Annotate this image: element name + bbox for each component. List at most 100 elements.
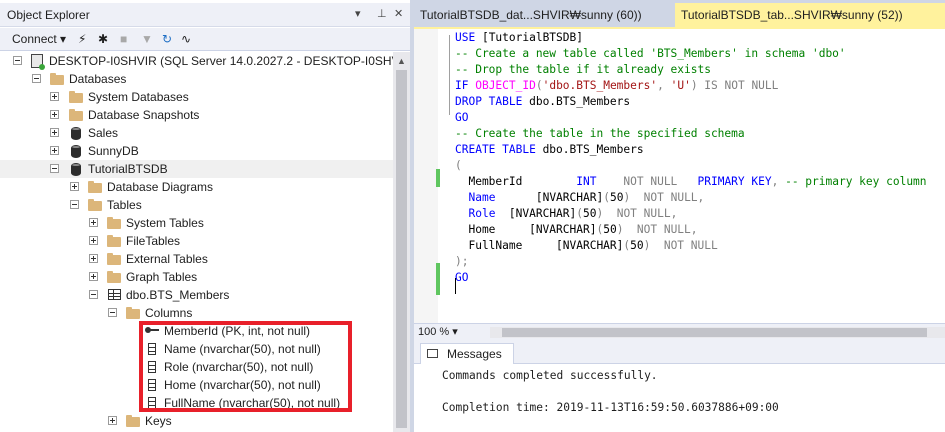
scroll-up-icon[interactable]: ▲ bbox=[397, 56, 406, 66]
tree-node-label: DESKTOP-I0SHVIR (SQL Server 14.0.2027.2 … bbox=[49, 54, 393, 68]
text-caret bbox=[455, 278, 456, 294]
object-explorer-scrollbar[interactable]: ▲ bbox=[393, 52, 410, 432]
outline-line bbox=[449, 35, 450, 115]
tree-node[interactable]: System Databases bbox=[0, 88, 393, 106]
tree-node[interactable]: Database Diagrams bbox=[0, 178, 393, 196]
scrollbar-thumb[interactable] bbox=[502, 328, 927, 337]
zoom-select[interactable]: 100 % ▾ bbox=[418, 325, 458, 338]
collapse-icon[interactable] bbox=[13, 56, 22, 65]
message-line: Completion time: 2019-11-13T16:59:50.603… bbox=[442, 401, 779, 414]
scrollbar-thumb[interactable] bbox=[396, 70, 407, 428]
code-token: ( bbox=[576, 207, 584, 220]
filter-icon[interactable]: ▼ bbox=[141, 32, 153, 46]
tree-node-label: TutorialBTSDB bbox=[88, 162, 168, 176]
code-line: GO bbox=[455, 270, 468, 286]
code-line: -- Create a new table called 'BTS_Member… bbox=[455, 46, 846, 62]
tree-node[interactable]: Databases bbox=[0, 70, 393, 88]
connect-button[interactable]: Connect ▾ bbox=[12, 32, 66, 46]
messages-pane: Commands completed successfully. Complet… bbox=[414, 364, 945, 432]
tree-node-label: Databases bbox=[69, 72, 127, 86]
editor-gutter bbox=[414, 29, 438, 323]
expand-icon[interactable] bbox=[50, 92, 59, 101]
folder-icon bbox=[50, 72, 64, 85]
code-token: [NVARCHAR] bbox=[495, 191, 604, 204]
messages-icon bbox=[427, 349, 438, 358]
tree-node-label: SunnyDB bbox=[88, 144, 139, 158]
collapse-icon[interactable] bbox=[50, 164, 59, 173]
expand-icon[interactable] bbox=[50, 128, 59, 137]
tree-node[interactable]: TutorialBTSDB bbox=[0, 160, 393, 178]
tree-node[interactable]: DESKTOP-I0SHVIR (SQL Server 14.0.2027.2 … bbox=[0, 52, 393, 70]
code-line: ( bbox=[455, 158, 462, 174]
database-icon bbox=[69, 162, 83, 176]
expand-icon[interactable] bbox=[89, 254, 98, 263]
expand-icon[interactable] bbox=[89, 218, 98, 227]
code-token: Role bbox=[468, 207, 496, 220]
code-line: GO bbox=[455, 110, 468, 126]
expand-icon[interactable] bbox=[108, 416, 117, 425]
folder-icon bbox=[69, 108, 83, 121]
tree-node[interactable]: Sales bbox=[0, 124, 393, 142]
collapse-icon[interactable] bbox=[70, 200, 79, 209]
code-line: CREATE TABLE dbo.BTS_Members bbox=[455, 142, 644, 158]
folder-icon bbox=[126, 414, 140, 427]
expand-icon[interactable] bbox=[50, 146, 59, 155]
disconnect-icon[interactable]: ✱ bbox=[98, 32, 108, 46]
server-icon bbox=[30, 54, 45, 70]
editor-horizontal-scrollbar[interactable] bbox=[490, 327, 945, 338]
code-token: -- Drop the table if it already exists bbox=[455, 63, 711, 76]
code-token: OBJECT_ID bbox=[475, 79, 536, 92]
code-token: 50 bbox=[630, 239, 644, 252]
expand-icon[interactable] bbox=[70, 182, 79, 191]
tree-node[interactable]: Columns bbox=[0, 304, 393, 322]
tree-node[interactable]: Database Snapshots bbox=[0, 106, 393, 124]
expand-icon[interactable] bbox=[89, 272, 98, 281]
folder-icon bbox=[107, 216, 121, 229]
results-tab-bar: Messages bbox=[414, 340, 945, 364]
code-token: 50 bbox=[609, 191, 624, 204]
code-token: ( bbox=[603, 191, 610, 204]
stop-icon[interactable]: ■ bbox=[120, 32, 127, 46]
code-token: CREATE TABLE bbox=[455, 143, 543, 156]
code-line: Role [NVARCHAR](50) NOT NULL, bbox=[455, 206, 677, 222]
refresh-icon[interactable]: ↻ bbox=[162, 32, 172, 46]
code-token: dbo.BTS_Members bbox=[529, 95, 631, 108]
tree-node[interactable]: System Tables bbox=[0, 214, 393, 232]
message-line: Commands completed successfully. bbox=[442, 369, 658, 382]
tree-node-label: dbo.BTS_Members bbox=[126, 288, 230, 302]
tree-node[interactable]: FileTables bbox=[0, 232, 393, 250]
tree-node-label: Tables bbox=[107, 198, 142, 212]
messages-tab-label: Messages bbox=[447, 347, 502, 361]
tree-node[interactable]: Keys bbox=[0, 412, 393, 430]
connect-object-icon[interactable]: ⚡ bbox=[78, 32, 86, 46]
code-token: -- Create a new table called 'BTS_Member… bbox=[455, 47, 846, 60]
code-line: Name [NVARCHAR](50) NOT NULL, bbox=[455, 190, 704, 206]
code-token: ( bbox=[455, 159, 462, 172]
expand-icon[interactable] bbox=[50, 110, 59, 119]
pin-icon[interactable]: ⊥ bbox=[377, 7, 387, 20]
code-line: -- Drop the table if it already exists bbox=[455, 62, 711, 78]
tree-node[interactable]: External Tables bbox=[0, 250, 393, 268]
tab-query-60[interactable]: TutorialBTSDB_dat...SHVIR₩sunny (60)) bbox=[414, 3, 671, 27]
sql-editor[interactable]: USE [TutorialBTSDB] -- Create a new table… bbox=[414, 29, 945, 323]
tab-query-52[interactable]: TutorialBTSDB_tab...SHVIR₩sunny (52)) bbox=[675, 3, 945, 27]
folder-icon bbox=[107, 234, 121, 247]
object-explorer-title-bar: Object Explorer ▾ ⊥ ✕ bbox=[0, 3, 410, 27]
code-token: -- Create the table in the specified sch… bbox=[455, 127, 745, 140]
tree-node[interactable]: SunnyDB bbox=[0, 142, 393, 160]
collapse-icon[interactable] bbox=[32, 74, 41, 83]
panel-dropdown-icon[interactable]: ▾ bbox=[355, 7, 361, 20]
expand-icon[interactable] bbox=[89, 236, 98, 245]
tree-node[interactable]: dbo.BTS_Members bbox=[0, 286, 393, 304]
tree-node[interactable]: Tables bbox=[0, 196, 393, 214]
code-token: ) NOT NULL, bbox=[623, 191, 705, 204]
folder-icon bbox=[107, 252, 121, 265]
activity-monitor-icon[interactable]: ∿ bbox=[181, 32, 191, 46]
tree-node[interactable]: Graph Tables bbox=[0, 268, 393, 286]
tab-messages[interactable]: Messages bbox=[420, 343, 514, 364]
close-icon[interactable]: ✕ bbox=[394, 7, 403, 20]
collapse-icon[interactable] bbox=[108, 308, 117, 317]
collapse-icon[interactable] bbox=[89, 290, 98, 299]
code-token: ) NOT NULL, bbox=[596, 207, 678, 220]
